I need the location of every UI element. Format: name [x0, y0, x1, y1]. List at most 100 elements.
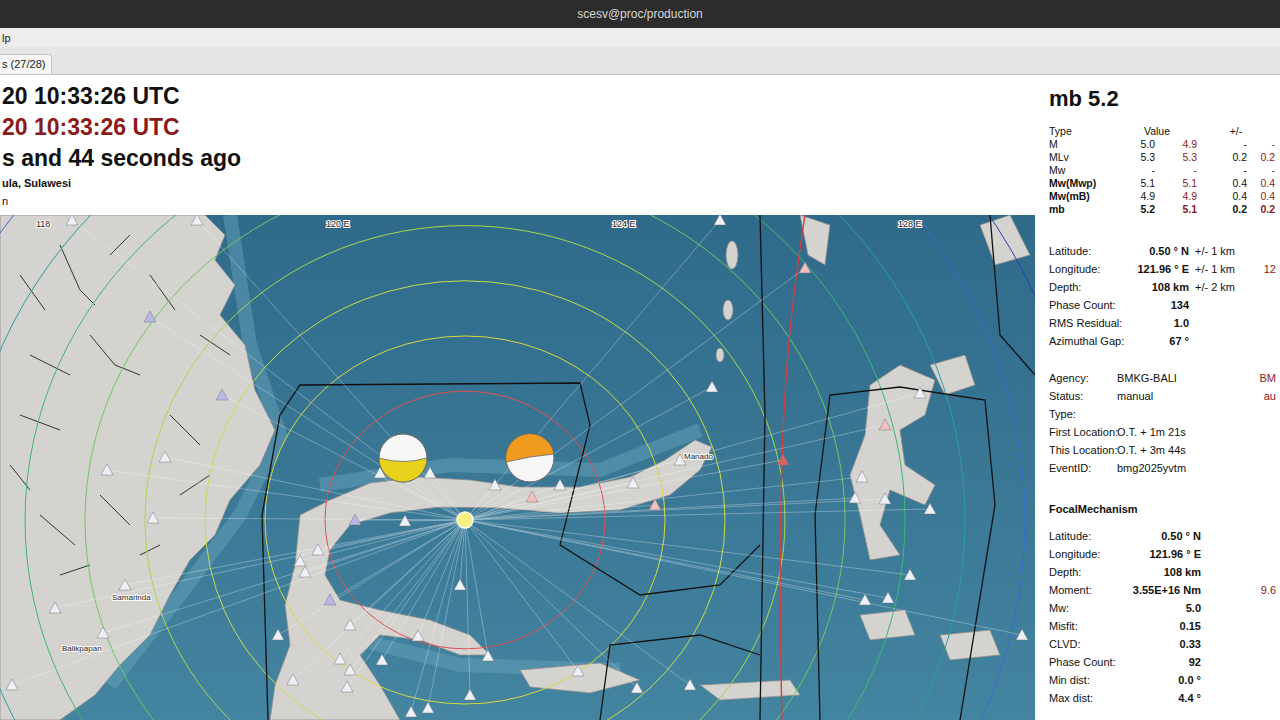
place-label: Balikpapan	[62, 644, 102, 653]
station-icon[interactable]	[101, 464, 113, 475]
station-icon[interactable]	[334, 653, 346, 664]
focal-mechanism-icon[interactable]	[506, 434, 554, 482]
info-value: 1.0	[1131, 317, 1189, 329]
station-icon[interactable]	[412, 630, 424, 641]
info-uncertainty: +/- 1 km	[1195, 245, 1245, 257]
station-icon[interactable]	[1016, 629, 1028, 640]
station-icon[interactable]	[344, 619, 356, 630]
magnitude-title: mb 5.2	[1049, 85, 1280, 113]
info-value: 108 km	[1119, 566, 1201, 578]
menu-item[interactable]: lp	[2, 32, 17, 44]
column-header: +/-	[1197, 125, 1275, 138]
info-label: Latitude:	[1049, 530, 1113, 542]
info-extra: 9.6	[1223, 584, 1280, 596]
station-icon[interactable]	[879, 493, 891, 504]
station-icon[interactable]	[349, 514, 361, 525]
station-icon[interactable]	[424, 467, 436, 478]
station-icon[interactable]	[454, 579, 466, 590]
magnitude-value: 5.1	[1155, 203, 1197, 216]
magnitude-type[interactable]: Mw(Mwp)	[1049, 177, 1117, 190]
station-icon[interactable]	[572, 665, 584, 676]
station-icon[interactable]	[144, 311, 156, 322]
tab[interactable]: s (27/28)	[0, 54, 52, 74]
magnitude-error: -	[1247, 138, 1275, 151]
focal-mechanism-icon[interactable]	[379, 434, 427, 482]
station-icon[interactable]	[924, 503, 936, 514]
magnitude-type[interactable]: mb	[1049, 203, 1117, 216]
event-extra: n	[2, 192, 1035, 210]
info-value: 0.50 ° N	[1131, 245, 1189, 257]
station-icon[interactable]	[904, 569, 916, 580]
station-icon[interactable]	[312, 544, 324, 555]
station-icon[interactable]	[526, 491, 538, 502]
station-icon[interactable]	[489, 479, 501, 490]
event-header: 20 10:33:26 UTC20 10:33:26 UTCs and 44 s…	[0, 75, 1035, 215]
travel-time-contours	[0, 215, 1035, 720]
magnitude-type[interactable]: M	[1049, 138, 1117, 151]
station-icon[interactable]	[49, 602, 61, 613]
station-icon[interactable]	[914, 387, 926, 398]
station-icon[interactable]	[287, 674, 299, 685]
axis-label: 118	[36, 219, 50, 229]
magnitude-error: 0.2	[1197, 151, 1247, 164]
info-extra: BM	[1223, 372, 1280, 384]
station-icon[interactable]	[376, 654, 388, 665]
station-icon[interactable]	[341, 681, 353, 692]
station-icon[interactable]	[294, 555, 306, 566]
station-icon[interactable]	[627, 477, 639, 488]
epicenter-icon[interactable]	[457, 512, 473, 528]
station-icon[interactable]	[97, 627, 109, 638]
sea	[0, 215, 1035, 720]
station-icon[interactable]	[405, 706, 417, 717]
info-extra: au	[1223, 390, 1280, 402]
event-map[interactable]: 118120 E124 E128 ESamarindaBalikpapanMan…	[0, 215, 1035, 720]
station-icon[interactable]	[272, 629, 284, 640]
station-icon[interactable]	[159, 451, 171, 462]
magnitude-type[interactable]: Mw(mB)	[1049, 190, 1117, 203]
section-title: FocalMechanism	[1049, 500, 1280, 518]
magnitude-type[interactable]: MLv	[1049, 151, 1117, 164]
station-icon[interactable]	[66, 215, 78, 225]
info-value: 0.0 °	[1119, 674, 1201, 686]
station-icon[interactable]	[422, 702, 434, 713]
station-icon[interactable]	[631, 682, 643, 693]
info-uncertainty: +/- 2 km	[1195, 281, 1245, 293]
station-icon[interactable]	[344, 664, 356, 675]
station-icon[interactable]	[554, 479, 566, 490]
station-rays	[12, 220, 1022, 712]
station-icon[interactable]	[649, 499, 661, 510]
station-icon[interactable]	[6, 679, 18, 690]
origin-info: Latitude:0.50 ° N+/- 1 kmLongitude:121.9…	[1049, 242, 1280, 350]
station-icon[interactable]	[119, 579, 131, 590]
station-icon[interactable]	[191, 215, 203, 225]
station-icon[interactable]	[849, 492, 861, 503]
station-icon[interactable]	[799, 262, 811, 273]
station-icon[interactable]	[482, 650, 494, 661]
column-header: Type	[1049, 125, 1117, 138]
station-icon[interactable]	[299, 566, 311, 577]
info-value: 92	[1119, 656, 1201, 668]
station-icon[interactable]	[714, 215, 726, 225]
station-icon[interactable]	[879, 419, 891, 430]
magnitude-value: 5.3	[1117, 151, 1155, 164]
station-icon[interactable]	[856, 471, 868, 482]
station-icon[interactable]	[324, 594, 336, 605]
station-icon[interactable]	[216, 389, 228, 400]
station-icon[interactable]	[706, 381, 718, 392]
station-icon[interactable]	[684, 679, 696, 690]
elapsed-time: s and 44 seconds ago	[2, 143, 1035, 174]
magnitude-type[interactable]: Mw	[1049, 164, 1117, 177]
magnitude-value: 5.3	[1155, 151, 1197, 164]
station-icon[interactable]	[147, 512, 159, 523]
station-icon[interactable]	[464, 689, 476, 700]
station-icon[interactable]	[882, 592, 894, 603]
station-icon[interactable]	[399, 515, 411, 526]
magnitude-value: 5.1	[1117, 177, 1155, 190]
station-icon[interactable]	[859, 594, 871, 605]
info-label: Phase Count:	[1049, 299, 1125, 311]
axis-label: 120 E	[326, 219, 350, 229]
station-icon[interactable]	[777, 454, 789, 465]
magnitude-value: 5.2	[1117, 203, 1155, 216]
info-value: 108 km	[1131, 281, 1189, 293]
magnitude-error: -	[1197, 138, 1247, 151]
